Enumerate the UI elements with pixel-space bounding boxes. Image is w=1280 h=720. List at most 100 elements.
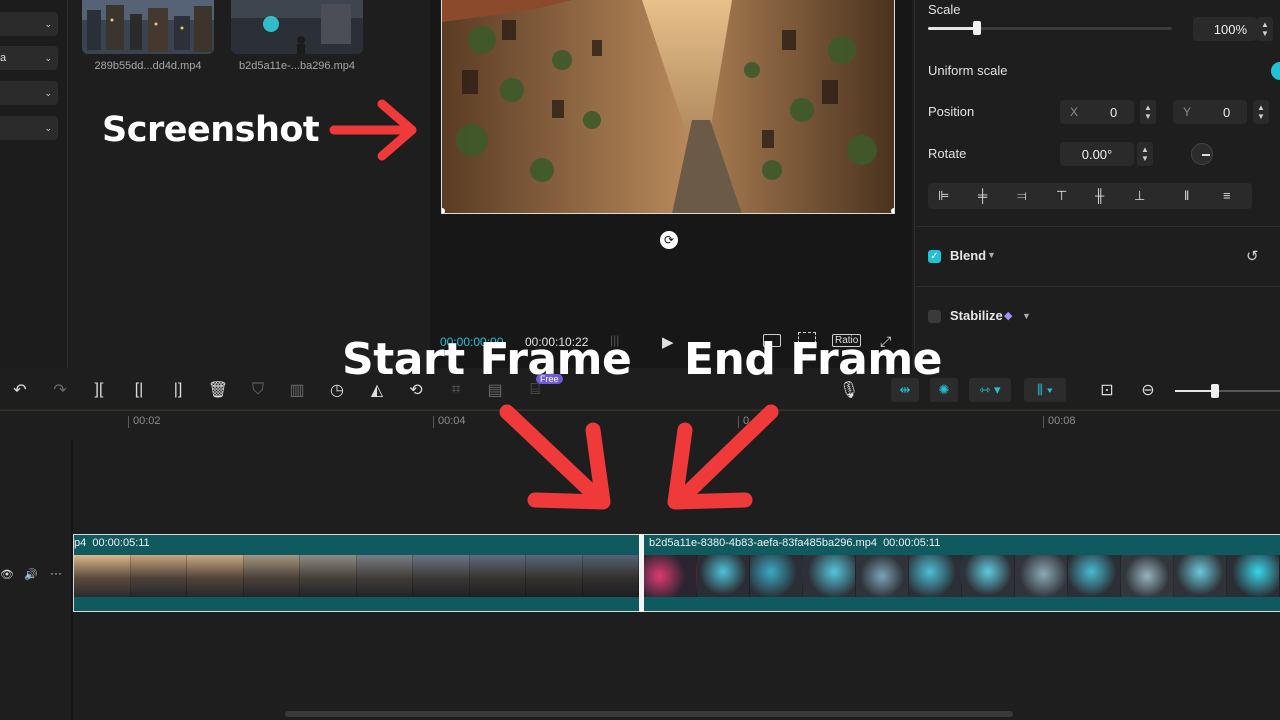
clip-1-label: p4 00:00:05:11 [74, 537, 150, 549]
more-icon[interactable]: ··· [50, 566, 62, 580]
clip-1-duration: 00:00:05:11 [92, 537, 150, 549]
chevron-down-icon: ⌄ [44, 18, 52, 29]
end-frame-arrow [672, 404, 779, 508]
play-icon[interactable]: ▶ [662, 333, 674, 351]
annotation-screenshot: Screenshot [102, 110, 320, 150]
clip-2-label: b2d5a11e-8380-4b83-aefa-83fa485ba296.mp4… [649, 537, 940, 549]
ruler-tick: 00:04 [433, 416, 466, 428]
scale-value-field[interactable]: 100% [1193, 17, 1257, 41]
filter-dropdown-2[interactable]: a ⌄ [0, 46, 58, 70]
stabilize-checkbox[interactable] [928, 310, 941, 323]
rotate-handle-icon[interactable]: ⟳ [660, 231, 678, 249]
person-thumbnail-image [231, 0, 363, 54]
resize-handle-br[interactable] [891, 208, 894, 213]
horizontal-scrollbar[interactable] [285, 711, 1013, 717]
blend-caret-icon[interactable]: ▼ [987, 250, 996, 260]
scale-slider-knob[interactable] [972, 21, 981, 35]
x-axis-label: X [1070, 105, 1079, 119]
reset-icon[interactable]: ↺ [1246, 247, 1259, 265]
rotate-field[interactable]: 0.00° [1060, 142, 1134, 166]
clip-2-name: b2d5a11e-8380-4b83-aefa-83fa485ba296.mp4 [649, 537, 877, 549]
align-center-v-icon[interactable]: ╫ [1095, 188, 1104, 203]
media-thumbnail-city[interactable] [82, 0, 214, 54]
align-bottom-icon[interactable]: ⊥ [1134, 188, 1145, 204]
distribute-h-icon[interactable]: ‖ [1184, 188, 1189, 203]
delete-icon[interactable]: 🗑 [207, 379, 229, 401]
position-x-stepper[interactable]: ▲ ▼ [1140, 100, 1156, 124]
timeline-clip-1[interactable]: p4 00:00:05:11 [73, 534, 639, 612]
divider [915, 286, 1280, 287]
uniform-scale-label: Uniform scale [928, 63, 1008, 78]
scale-slider[interactable] [928, 21, 1172, 35]
resize-handle-bl[interactable] [442, 208, 445, 213]
position-y-value: 0 [1223, 104, 1231, 120]
ruler-tick: 00:08 [1043, 416, 1076, 428]
rotate-dial-needle [1202, 154, 1210, 156]
zoom-slider-fill [1175, 390, 1215, 392]
align-center-h-icon[interactable]: ╪ [978, 188, 987, 203]
split-left-icon[interactable]: [| [128, 379, 150, 401]
clip-1-name: p4 [74, 537, 87, 549]
undo-icon[interactable]: ↶ [9, 379, 31, 401]
properties-panel: Scale 100% ▲ ▼ Uniform scale Position X 0… [914, 0, 1280, 368]
clip-2-duration: 00:00:05:11 [883, 537, 941, 549]
clip-1-filmstrip [74, 555, 639, 597]
align-toolbar: ⊫ ╪ ⫤ ⊤ ╫ ⊥ ‖ ≡ [928, 183, 1252, 209]
preview-axis-button[interactable]: ⫼ ▾ [1024, 378, 1066, 402]
left-sidebar: ⌄ a ⌄ ⌄ ⌄ [0, 0, 68, 368]
scale-stepper[interactable]: ▲ ▼ [1257, 17, 1273, 41]
position-label: Position [928, 104, 975, 119]
media-thumbnail-person[interactable] [231, 0, 363, 54]
clip-2-filmstrip [644, 555, 1280, 597]
eye-icon[interactable]: 👁 [0, 568, 14, 581]
filter-dropdown-3[interactable]: ⌄ [0, 81, 58, 105]
rotate-dial[interactable] [1191, 143, 1213, 165]
zoom-slider-knob[interactable] [1210, 384, 1219, 398]
redo-icon[interactable]: ↷ [49, 379, 71, 401]
preview-panel: ⟳ 00:00:00:00 00:00:10:22 ||| ▶ Ratio ⤢ [430, 0, 912, 368]
scale-label: Scale [928, 2, 961, 17]
preview-frame[interactable] [441, 0, 895, 214]
zoom-slider[interactable] [1175, 384, 1280, 398]
stabilize-caret-icon[interactable]: ▼ [1022, 311, 1031, 321]
shield-icon[interactable]: ⛉ [247, 379, 269, 401]
split-right-icon[interactable]: |] [167, 379, 189, 401]
ruler-tick: 00:02 [128, 416, 161, 428]
zoom-out-icon[interactable]: ⊖ [1137, 379, 1159, 401]
position-x-field[interactable]: X 0 [1060, 100, 1134, 124]
position-y-stepper[interactable]: ▲ ▼ [1253, 100, 1269, 124]
split-icon[interactable]: ][ [88, 379, 110, 401]
timeline-clip-2[interactable]: b2d5a11e-8380-4b83-aefa-83fa485ba296.mp4… [644, 534, 1280, 612]
volume-icon[interactable]: 🔊 [24, 568, 38, 581]
rotate-label: Rotate [928, 146, 967, 161]
media-name-1: 289b55dd...dd4d.mp4 [94, 60, 202, 72]
align-left-icon[interactable]: ⊫ [938, 188, 949, 204]
annotation-end-frame: End Frame [684, 334, 943, 385]
y-axis-label: Y [1183, 105, 1192, 119]
link-button[interactable]: ⇿ ▾ [969, 378, 1011, 402]
position-x-value: 0 [1110, 104, 1118, 120]
city-thumbnail-image [82, 0, 214, 54]
street-scene-image [442, 0, 894, 213]
media-name-2: b2d5a11e-...ba296.mp4 [239, 60, 355, 72]
chevron-down-icon: ⌄ [44, 122, 52, 133]
filter-dropdown-1[interactable]: ⌄ [0, 12, 58, 36]
blend-checkbox[interactable]: ✓ [928, 250, 941, 263]
uniform-scale-toggle[interactable] [1271, 62, 1280, 80]
filter-dropdown-4[interactable]: ⌄ [0, 116, 58, 140]
scale-slider-fill [928, 27, 977, 30]
dropdown-label: a [0, 52, 7, 64]
blend-label: Blend [950, 248, 987, 263]
start-frame-arrow [499, 404, 608, 508]
divider [915, 226, 1280, 227]
align-top-icon[interactable]: ⊤ [1056, 188, 1067, 204]
annotation-start-frame: Start Frame [342, 334, 632, 385]
media-panel: 289b55dd...dd4d.mp4 b2d5a11e-...ba296.mp… [69, 0, 427, 368]
distribute-v-icon[interactable]: ≡ [1223, 188, 1231, 203]
position-y-field[interactable]: Y 0 [1173, 100, 1247, 124]
chevron-down-icon: ⌄ [44, 52, 52, 63]
rotate-stepper[interactable]: ▲ ▼ [1137, 142, 1153, 166]
align-right-icon[interactable]: ⫤ [1017, 188, 1027, 204]
zoom-fit-icon[interactable]: ⊡ [1096, 379, 1118, 401]
freeze-icon[interactable]: ▥ [286, 379, 308, 401]
